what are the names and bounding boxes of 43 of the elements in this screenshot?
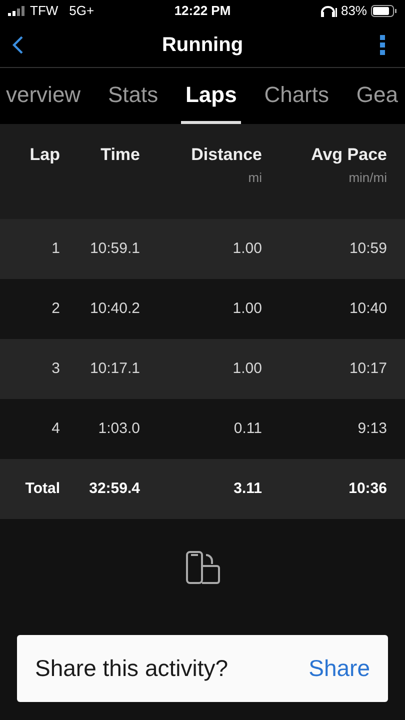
table-cell-text: 10:17 (349, 358, 387, 379)
table-cell-text: 2 (52, 298, 60, 319)
table-cell-text: 10:59.1 (90, 238, 140, 259)
network-type: 5G+ (69, 2, 94, 20)
table-cell-text: Total (25, 478, 60, 499)
table-cell-text: 10:40 (349, 298, 387, 319)
column-header: Time (100, 144, 140, 166)
share-button[interactable]: Share (308, 651, 370, 686)
table-cell-text: 10:17.1 (90, 358, 140, 379)
more-options-icon (380, 34, 385, 54)
table-cell-text: 32:59.4 (89, 478, 140, 499)
table-cell-text: 10:36 (348, 478, 387, 499)
tab[interactable]: Charts (260, 68, 333, 124)
table-cell-text: 10:59 (349, 238, 387, 259)
table-cell-text: 1.00 (232, 238, 262, 259)
column-header: Avg Pace (311, 144, 387, 166)
tab[interactable]: Gea (352, 68, 402, 124)
table-cell-text: 1:03.0 (98, 418, 140, 439)
share-prompt: Share this activity? (35, 654, 228, 684)
column-unit: mi (248, 168, 262, 186)
headphones-icon (320, 6, 337, 16)
table-cell-text: 0.11 (234, 418, 262, 439)
column-unit: min/mi (348, 168, 387, 186)
screen-title: Running (160, 32, 244, 58)
column-header: Distance (191, 144, 262, 166)
tab[interactable]: verview (2, 68, 85, 124)
table-cell-text: 1.00 (232, 358, 262, 379)
table-cell-text: 10:40.2 (90, 298, 140, 319)
column-header: Lap (30, 144, 60, 166)
table-cell-text: 3.11 (234, 478, 262, 499)
clock: 12:22 PM (173, 2, 232, 20)
battery-icon (371, 5, 397, 17)
table-cell-text: 9:13 (358, 418, 387, 439)
carrier-name: TFW (30, 2, 58, 20)
signal-icon (8, 6, 25, 16)
tab[interactable]: Stats (104, 68, 162, 124)
table-cell-text: 3 (52, 358, 60, 379)
phone-sync-icon (186, 551, 220, 584)
table-cell-text: 1.00 (232, 298, 262, 319)
table-cell-text: 4 (52, 418, 60, 439)
battery-percent: 83% (340, 2, 367, 20)
table-cell-text: 1 (52, 238, 60, 259)
back-icon (12, 34, 24, 54)
